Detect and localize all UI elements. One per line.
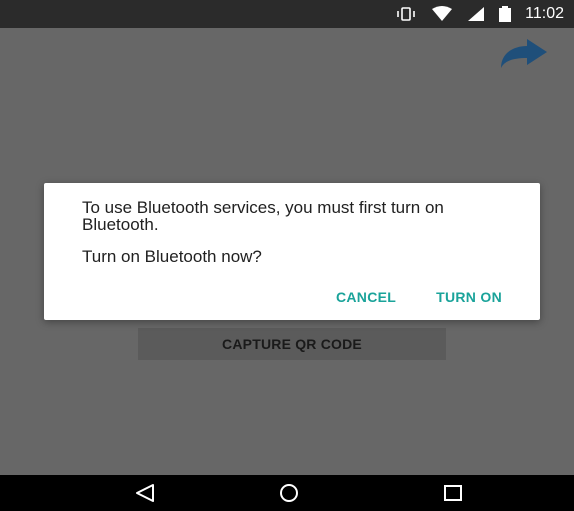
wifi-icon bbox=[432, 6, 453, 21]
back-icon bbox=[136, 484, 154, 502]
recents-icon bbox=[444, 485, 462, 501]
dialog-question: Turn on Bluetooth now? bbox=[82, 247, 262, 266]
battery-icon bbox=[499, 6, 512, 22]
dialog-actions: CANCEL TURN ON bbox=[336, 289, 502, 305]
turn-on-button[interactable]: TURN ON bbox=[436, 289, 502, 305]
back-button[interactable] bbox=[134, 475, 156, 511]
vibrate-icon bbox=[397, 7, 415, 21]
signal-icon bbox=[468, 7, 485, 21]
status-icons: 11:02 bbox=[395, 0, 564, 28]
navigation-bar bbox=[0, 475, 574, 511]
recents-button[interactable] bbox=[443, 475, 463, 511]
bluetooth-dialog: To use Bluetooth services, you must firs… bbox=[44, 183, 540, 320]
share-icon[interactable] bbox=[497, 38, 549, 72]
cancel-button[interactable]: CANCEL bbox=[336, 289, 396, 305]
status-time: 11:02 bbox=[525, 5, 564, 22]
home-button[interactable] bbox=[279, 475, 299, 511]
dialog-message: To use Bluetooth services, you must firs… bbox=[82, 198, 444, 234]
capture-qr-code-button[interactable]: CAPTURE QR CODE bbox=[138, 328, 446, 360]
home-icon bbox=[280, 484, 298, 502]
status-bar: 11:02 bbox=[0, 0, 574, 28]
